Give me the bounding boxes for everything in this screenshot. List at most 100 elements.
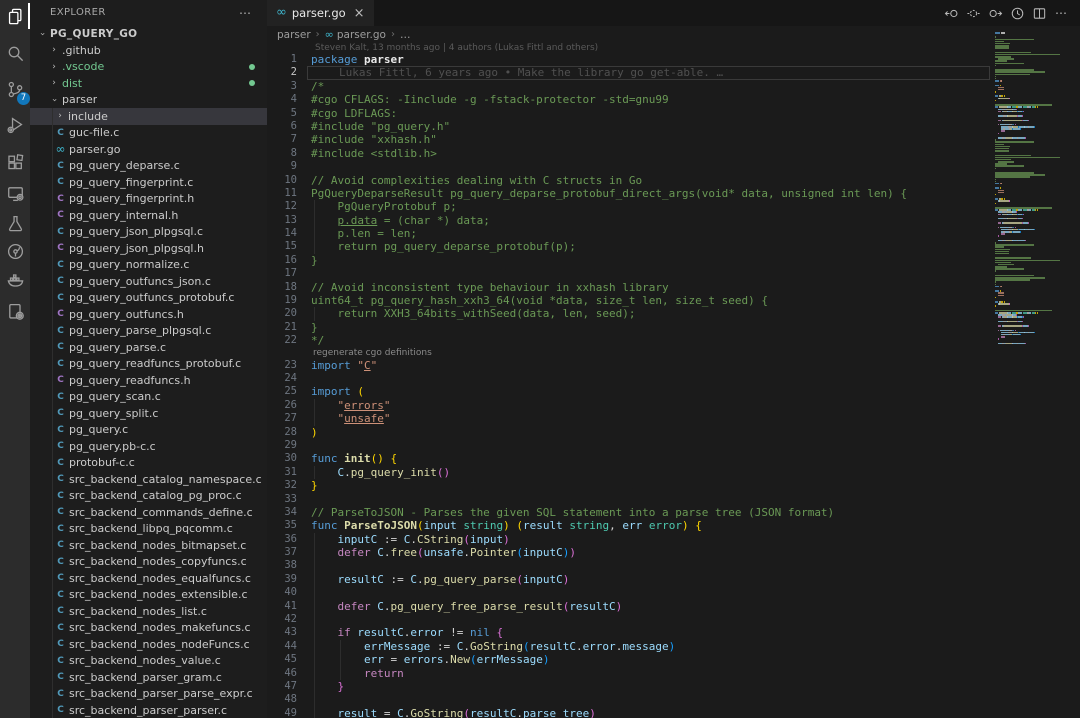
code-line-20[interactable]: 20 return XXH3_64bits_withSeed(data, len… xyxy=(267,307,993,320)
tree-item-src-backend-parser-parse-expr.c[interactable]: Csrc_backend_parser_parse_expr.c xyxy=(30,686,267,703)
line-number[interactable]: 47 xyxy=(267,680,297,693)
code-line-29[interactable]: 29 xyxy=(267,439,993,452)
tree-item-src-backend-nodes-list.c[interactable]: Csrc_backend_nodes_list.c xyxy=(30,603,267,620)
source-control-icon[interactable]: 7 xyxy=(0,76,30,102)
line-number[interactable]: 16 xyxy=(267,254,297,267)
tree-item-pg-query-outfuncs-protobuf.c[interactable]: Cpg_query_outfuncs_protobuf.c xyxy=(30,290,267,307)
tree-item-protobuf-c.c[interactable]: Cprotobuf-c.c xyxy=(30,455,267,472)
code-line-34[interactable]: 34// ParseToJSON - Parses the given SQL … xyxy=(267,506,993,519)
gitlens-blame-header[interactable]: Steven Kalt, 13 months ago | 4 authors (… xyxy=(315,43,993,53)
remote-explorer-icon[interactable] xyxy=(0,180,30,206)
line-number[interactable]: 14 xyxy=(267,227,297,240)
code-line-11[interactable]: 11PgQueryDeparseResult pg_query_deparse_… xyxy=(267,187,993,200)
tree-item-parser[interactable]: ›parser xyxy=(30,92,267,109)
tree-item-src-backend-parser-gram.c[interactable]: Csrc_backend_parser_gram.c xyxy=(30,669,267,686)
code-line-48[interactable]: 48 xyxy=(267,693,993,706)
codelens-regenerate-cgo[interactable]: regenerate cgo definitions xyxy=(313,348,993,359)
line-number[interactable]: 39 xyxy=(267,573,297,586)
code-line-10[interactable]: 10// Avoid complexities dealing with C s… xyxy=(267,174,993,187)
tree-item-src-backend-libpq-pqcomm.c[interactable]: Csrc_backend_libpq_pqcomm.c xyxy=(30,521,267,538)
line-number[interactable]: 3 xyxy=(267,80,297,93)
open-changes-icon[interactable] xyxy=(962,2,984,24)
tree-item-src-backend-nodes-value.c[interactable]: Csrc_backend_nodes_value.c xyxy=(30,653,267,670)
code-line-17[interactable]: 17 xyxy=(267,267,993,280)
tree-item-pg-query-fingerprint.h[interactable]: Cpg_query_fingerprint.h xyxy=(30,191,267,208)
line-number[interactable]: 13 xyxy=(267,214,297,227)
tree-item-pg-query-split.c[interactable]: Cpg_query_split.c xyxy=(30,405,267,422)
line-number[interactable]: 21 xyxy=(267,321,297,334)
tree-item-guc-file.c[interactable]: Cguc-file.c xyxy=(30,125,267,142)
code-line-25[interactable]: 25import ( xyxy=(267,385,993,398)
line-number[interactable]: 46 xyxy=(267,667,297,680)
code-line-22[interactable]: 22*/ xyxy=(267,334,993,347)
line-number[interactable]: 37 xyxy=(267,546,297,559)
line-number[interactable]: 44 xyxy=(267,640,297,653)
code-line-2[interactable]: 2Lukas Fittl, 6 years ago • Make the lib… xyxy=(267,66,993,79)
code-line-3[interactable]: 3/* xyxy=(267,80,993,93)
code-line-33[interactable]: 33 xyxy=(267,493,993,506)
code-line-27[interactable]: 27 "unsafe" xyxy=(267,412,993,425)
code-line-12[interactable]: 12 PgQueryProtobuf p; xyxy=(267,200,993,213)
line-number[interactable]: 4 xyxy=(267,93,297,106)
code-line-18[interactable]: 18// Avoid inconsistent type behaviour i… xyxy=(267,281,993,294)
code-line-19[interactable]: 19uint64_t pg_query_hash_xxh3_64(void *d… xyxy=(267,294,993,307)
line-number[interactable]: 42 xyxy=(267,613,297,626)
line-number[interactable]: 45 xyxy=(267,653,297,666)
more-actions-icon[interactable]: ⋯ xyxy=(1050,2,1072,24)
tree-item-src-backend-nodes-equalfuncs.c[interactable]: Csrc_backend_nodes_equalfuncs.c xyxy=(30,570,267,587)
line-number[interactable]: 33 xyxy=(267,493,297,506)
line-number[interactable]: 12 xyxy=(267,200,297,213)
tree-item-src-backend-commands-define.c[interactable]: Csrc_backend_commands_define.c xyxy=(30,504,267,521)
line-number[interactable]: 49 xyxy=(267,707,297,718)
tree-item-pg-query-fingerprint.c[interactable]: Cpg_query_fingerprint.c xyxy=(30,174,267,191)
line-number[interactable]: 23 xyxy=(267,359,297,372)
tree-item-.vscode[interactable]: ›.vscode xyxy=(30,59,267,76)
code-line-47[interactable]: 47 } xyxy=(267,680,993,693)
line-number[interactable]: 35 xyxy=(267,519,297,532)
line-number[interactable]: 48 xyxy=(267,693,297,706)
code-line-31[interactable]: 31 C.pg_query_init() xyxy=(267,466,993,479)
close-tab-icon[interactable]: × xyxy=(354,6,365,21)
run-and-debug-icon[interactable] xyxy=(0,111,30,137)
tree-item-parser.go[interactable]: ∞parser.go xyxy=(30,141,267,158)
line-number[interactable]: 28 xyxy=(267,426,297,439)
line-number[interactable]: 5 xyxy=(267,107,297,120)
line-number[interactable]: 34 xyxy=(267,506,297,519)
tree-item-include[interactable]: ›include xyxy=(30,108,267,125)
line-number[interactable]: 18 xyxy=(267,281,297,294)
code-line-5[interactable]: 5#cgo LDFLAGS: xyxy=(267,107,993,120)
testing-icon[interactable] xyxy=(0,210,30,236)
tree-item-pg-query-json-plpgsql.c[interactable]: Cpg_query_json_plpgsql.c xyxy=(30,224,267,241)
line-number[interactable]: 36 xyxy=(267,533,297,546)
next-change-icon[interactable] xyxy=(984,2,1006,24)
line-number[interactable]: 30 xyxy=(267,452,297,465)
line-number[interactable]: 15 xyxy=(267,240,297,253)
line-number[interactable]: 41 xyxy=(267,600,297,613)
minimap[interactable] xyxy=(995,32,1079,718)
code-line-14[interactable]: 14 p.len = len; xyxy=(267,227,993,240)
code-line-30[interactable]: 30func init() { xyxy=(267,452,993,465)
extensions-icon[interactable] xyxy=(0,149,30,175)
line-number[interactable]: 8 xyxy=(267,147,297,160)
code-line-1[interactable]: 1package parser xyxy=(267,53,993,66)
code-line-15[interactable]: 15 return pg_query_deparse_protobuf(p); xyxy=(267,240,993,253)
line-number[interactable]: 38 xyxy=(267,559,297,572)
tree-item-src-backend-nodes-extensible.c[interactable]: Csrc_backend_nodes_extensible.c xyxy=(30,587,267,604)
line-number[interactable]: 25 xyxy=(267,385,297,398)
explorer-icon[interactable] xyxy=(0,3,30,29)
code-line-4[interactable]: 4#cgo CFLAGS: -Iinclude -g -fstack-prote… xyxy=(267,93,993,106)
line-number[interactable]: 19 xyxy=(267,294,297,307)
tree-item-pg-query-outfuncs.h[interactable]: Cpg_query_outfuncs.h xyxy=(30,306,267,323)
code-line-23[interactable]: 23import "C" xyxy=(267,359,993,372)
line-number[interactable]: 6 xyxy=(267,120,297,133)
line-number[interactable]: 1 xyxy=(267,53,297,66)
file-settings-icon[interactable] xyxy=(0,298,30,324)
line-number[interactable]: 29 xyxy=(267,439,297,452)
tree-item-src-backend-nodes-nodefuncs.c[interactable]: Csrc_backend_nodes_nodeFuncs.c xyxy=(30,636,267,653)
code-line-41[interactable]: 41 defer C.pg_query_free_parse_result(re… xyxy=(267,600,993,613)
tree-item-pg-query-outfuncs-json.c[interactable]: Cpg_query_outfuncs_json.c xyxy=(30,273,267,290)
line-number[interactable]: 43 xyxy=(267,626,297,639)
code-line-40[interactable]: 40 xyxy=(267,586,993,599)
code-line-44[interactable]: 44 errMessage := C.GoString(resultC.erro… xyxy=(267,640,993,653)
line-number[interactable]: 27 xyxy=(267,412,297,425)
